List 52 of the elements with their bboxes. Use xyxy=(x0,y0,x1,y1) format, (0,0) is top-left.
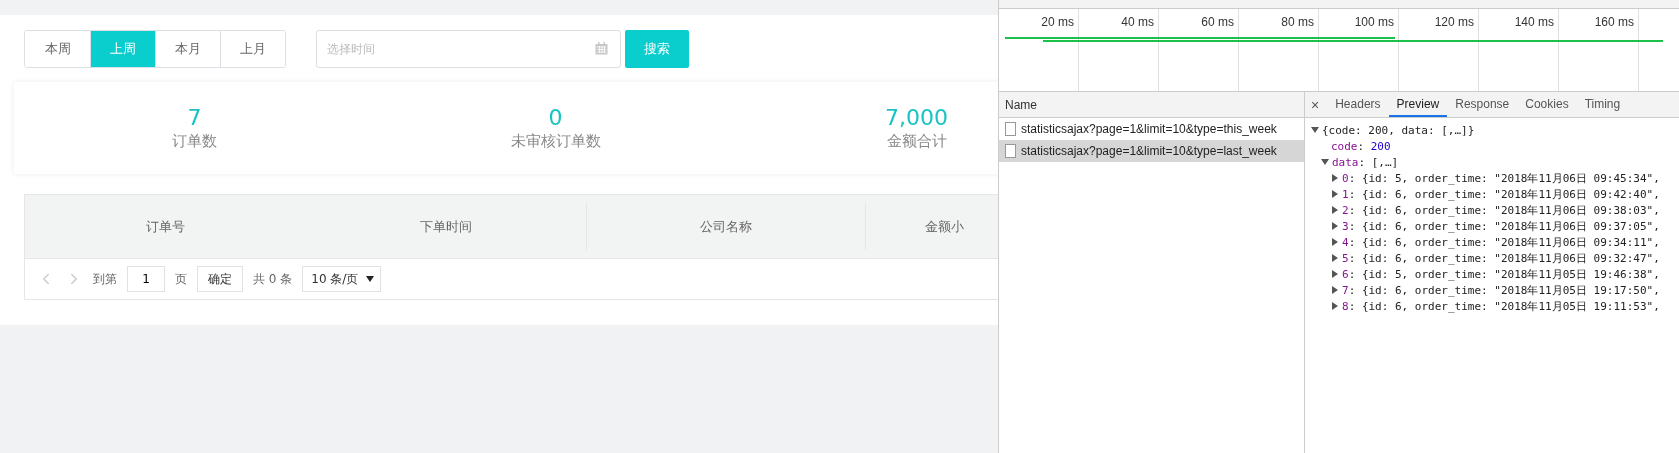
goto-label: 到第 xyxy=(93,270,117,288)
column-header: 订单号 xyxy=(146,217,186,236)
period-tab[interactable]: 上月 xyxy=(220,31,285,67)
caret-icon xyxy=(366,276,375,282)
page-size-select[interactable]: 10 条/页 xyxy=(302,266,382,292)
column-header: Name xyxy=(1005,97,1037,112)
json-line: 7: {id: 6, order_time: "2018年11月05日 19:17:50", xyxy=(1342,282,1660,298)
stat-value: 7,000 xyxy=(885,105,948,131)
tick-label: 100 ms xyxy=(1354,15,1394,31)
panel-tab[interactable]: Response xyxy=(1447,92,1518,117)
tick-label: 40 ms xyxy=(1121,15,1154,31)
close-button[interactable]: × xyxy=(1305,92,1328,117)
tick-label: 80 ms xyxy=(1281,15,1314,31)
json-line: 2: {id: 6, order_time: "2018年11月06日 09:38:03", xyxy=(1342,202,1660,218)
json-line: 3: {id: 6, order_time: "2018年11月06日 09:37:05", xyxy=(1342,218,1660,234)
expand-triangle-icon[interactable] xyxy=(1311,126,1319,134)
stat-label: 订单数 xyxy=(172,131,217,151)
stat-value: 7 xyxy=(187,105,202,131)
file-icon xyxy=(1005,122,1016,136)
total-count: 共 0 条 xyxy=(253,270,293,288)
tick-label: 20 ms xyxy=(1041,15,1074,31)
column-header: 公司名称 xyxy=(700,217,753,236)
panel-tab[interactable]: Cookies xyxy=(1517,92,1577,117)
page-unit: 页 xyxy=(175,270,187,288)
stat-label: 未审核订单数 xyxy=(510,131,601,151)
json-line: data: [,…] xyxy=(1332,155,1399,169)
json-line: 6: {id: 5, order_time: "2018年11月05日 19:46:38", xyxy=(1342,266,1660,282)
stat-value: 0 xyxy=(548,105,563,131)
tick-label: 140 ms xyxy=(1514,15,1554,31)
panel-tab[interactable]: Headers xyxy=(1327,92,1389,117)
panel-tab[interactable]: Preview xyxy=(1388,92,1448,117)
json-line: 8: {id: 6, order_time: "2018年11月05日 19:11:53", xyxy=(1342,298,1660,314)
json-line: code: 200 xyxy=(1331,139,1391,153)
file-icon xyxy=(1005,144,1016,158)
panel-tab[interactable]: Timing xyxy=(1576,92,1629,117)
column-header: 下单时间 xyxy=(420,217,473,236)
tick-label: 60 ms xyxy=(1201,15,1234,31)
calendar-icon xyxy=(595,42,608,55)
tick-label: 160 ms xyxy=(1594,15,1634,31)
column-header: 金额小 xyxy=(925,217,965,236)
json-line: {code: 200, data: [,…]} xyxy=(1322,123,1475,137)
date-field[interactable]: 选择时间 xyxy=(316,30,621,68)
json-line: 1: {id: 6, order_time: "2018年11月06日 09:42:40", xyxy=(1342,186,1660,202)
stat-label: 金额合计 xyxy=(886,131,947,151)
expand-triangle-icon[interactable] xyxy=(1321,158,1329,166)
page-input[interactable]: 1 xyxy=(127,266,165,292)
tick-label: 120 ms xyxy=(1434,15,1474,31)
json-line: 5: {id: 6, order_time: "2018年11月06日 09:32:47", xyxy=(1342,250,1660,266)
json-line: 4: {id: 6, order_time: "2018年11月06日 09:34:11", xyxy=(1342,234,1660,250)
json-line: 0: {id: 5, order_time: "2018年11月06日 09:45:34", xyxy=(1342,170,1660,186)
confirm-button[interactable]: 确定 xyxy=(197,266,243,292)
request-row[interactable]: statisticsajax?page=1&limit=10&type=last_week xyxy=(999,140,1304,162)
